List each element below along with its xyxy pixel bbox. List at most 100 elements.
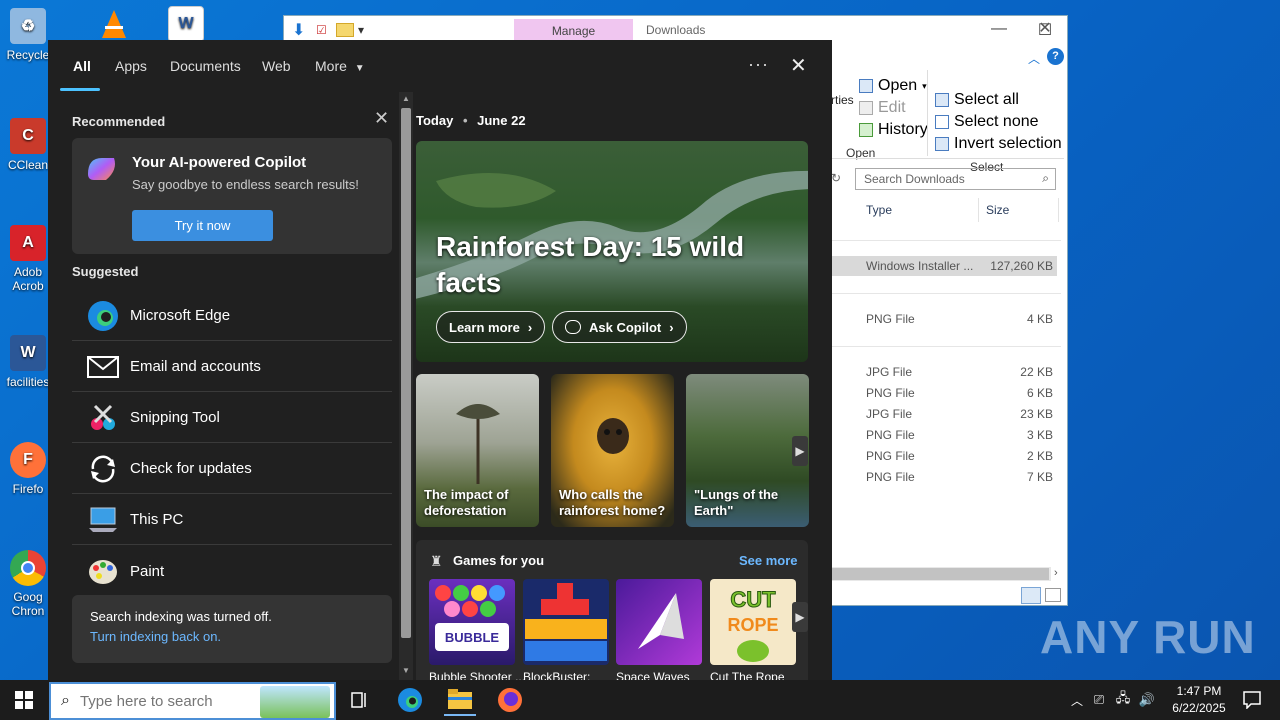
meet-now-icon[interactable]: ⎚ <box>1087 692 1111 708</box>
desktop-icon-label: Goog Chron <box>11 590 45 618</box>
taskbar-firefox[interactable] <box>494 684 526 716</box>
file-row[interactable]: PNG File 7 KB <box>831 467 1057 487</box>
close-icon[interactable]: ✕ <box>1023 18 1067 38</box>
file-row[interactable]: PNG File 6 KB <box>831 383 1057 403</box>
download-arrow-icon: ⬇ <box>292 22 306 39</box>
notifications-button[interactable] <box>1236 684 1268 716</box>
network-icon[interactable]: 🖧 <box>1111 689 1135 711</box>
properties-check-icon[interactable]: ☑ <box>316 23 336 37</box>
file-type: JPG File <box>866 365 913 379</box>
copilot-subtitle: Say goodbye to endless search results! <box>132 177 359 192</box>
taskbar-search-input[interactable] <box>79 692 240 710</box>
scrollbar-thumb[interactable] <box>401 108 411 638</box>
cut-the-rope-art: CUT ROPE <box>727 587 779 662</box>
news-card-caption: The impact of deforestation <box>424 487 509 518</box>
quick-access-dropdown-icon[interactable]: ▾ <box>358 23 372 37</box>
start-button[interactable] <box>8 684 40 716</box>
news-card-lungs-of-earth[interactable]: "Lungs of the Earth" <box>686 374 809 527</box>
desktop-icon-label: facilities <box>6 375 50 389</box>
turn-indexing-on-link[interactable]: Turn indexing back on. <box>90 629 374 644</box>
learn-more-button[interactable]: Learn more › <box>436 311 546 343</box>
edit-button[interactable]: Edit <box>859 98 906 118</box>
hero-card[interactable]: Rainforest Day: 15 wild facts Learn more… <box>416 141 808 362</box>
file-row[interactable]: Windows Installer ... 127,260 KB <box>831 256 1057 276</box>
task-view-button[interactable] <box>344 684 376 716</box>
see-more-link[interactable]: See more <box>739 553 798 568</box>
close-icon[interactable]: ✕ <box>790 53 807 78</box>
taskbar-edge[interactable] <box>394 684 426 716</box>
games-next-icon[interactable]: ▶ <box>792 602 808 632</box>
select-all-button[interactable]: Select all <box>935 90 1019 110</box>
anyrun-watermark: ANY RUN <box>1040 611 1256 663</box>
desktop-icon-label: Adob Acrob <box>12 265 44 293</box>
active-tab-indicator <box>60 88 100 91</box>
blockbuster-art <box>525 583 607 661</box>
folder-icon[interactable] <box>336 23 354 37</box>
file-type: PNG File <box>866 470 915 484</box>
game-tile-bubble-shooter[interactable]: BUBBLE <box>429 579 515 665</box>
word-icon: W <box>10 335 46 371</box>
invert-selection-button[interactable]: Invert selection <box>935 134 1062 154</box>
tab-apps[interactable]: Apps <box>115 58 147 74</box>
suggestion-label: Microsoft Edge <box>130 307 231 324</box>
more-options-icon[interactable]: ··· <box>748 54 769 75</box>
game-tile-blockbuster[interactable] <box>523 579 609 665</box>
refresh-icon[interactable]: ↻ <box>831 171 841 185</box>
suggestion-email-and-accounts[interactable]: Email and accounts <box>72 342 392 392</box>
clock[interactable]: 1:47 PM 6/22/2025 <box>1160 683 1238 717</box>
taskbar-search-box[interactable]: ⌕ <box>49 682 336 720</box>
chevron-up-icon[interactable]: ︿ <box>1071 692 1087 709</box>
ribbon: rties Open ▾ Edit History Open Select al… <box>831 66 1064 174</box>
file-row[interactable]: JPG File 22 KB <box>831 362 1057 382</box>
select-none-button[interactable]: Select none <box>935 112 1039 132</box>
suggestion-paint[interactable]: Paint <box>72 546 392 596</box>
suggestion-check-for-updates[interactable]: Check for updates <box>72 444 392 494</box>
tab-web[interactable]: Web <box>262 58 291 74</box>
scroll-right-icon[interactable]: › <box>1054 567 1058 579</box>
file-row[interactable]: PNG File 2 KB <box>831 446 1057 466</box>
news-card-deforestation[interactable]: The impact of deforestation <box>416 374 539 527</box>
horizontal-scrollbar[interactable] <box>831 567 1051 581</box>
file-row[interactable]: PNG File 3 KB <box>831 425 1057 445</box>
scroll-down-icon[interactable]: ▼ <box>402 666 410 675</box>
suggestion-snipping-tool[interactable]: Snipping Tool <box>72 393 392 443</box>
history-button[interactable]: History <box>859 120 928 140</box>
dismiss-recommended-icon[interactable]: ✕ <box>374 108 389 129</box>
details-view-icon[interactable] <box>1021 587 1041 604</box>
sync-icon <box>86 452 120 486</box>
suggestion-microsoft-edge[interactable]: Microsoft Edge <box>72 291 392 341</box>
game-tile-cut-the-rope[interactable]: CUT ROPE <box>710 579 796 665</box>
file-row[interactable]: JPG File 23 KB <box>831 404 1057 424</box>
desktop-icon-label: Recycle <box>6 48 50 62</box>
column-header-size[interactable]: Size <box>986 203 1009 217</box>
column-header-type[interactable]: Type <box>866 203 892 217</box>
game-tile-space-waves[interactable] <box>616 579 702 665</box>
suggestion-label: Email and accounts <box>130 358 261 375</box>
open-button[interactable]: Open ▾ <box>859 76 927 96</box>
news-card-rainforest-home[interactable]: Who calls the rainforest home? <box>551 374 674 527</box>
file-row[interactable]: PNG File 4 KB <box>831 309 1057 329</box>
history-icon <box>859 123 873 137</box>
scroll-up-icon[interactable]: ▲ <box>402 94 410 103</box>
suggestion-this-pc[interactable]: This PC <box>72 495 392 545</box>
cards-next-icon[interactable]: ▶ <box>792 436 808 466</box>
tab-all[interactable]: All <box>73 58 91 74</box>
large-icons-view-icon[interactable] <box>1045 588 1061 602</box>
search-downloads-input[interactable]: Search Downloads ⌕ <box>855 168 1056 190</box>
ask-copilot-button[interactable]: Ask Copilot › <box>552 311 687 343</box>
chevron-down-icon: ▼ <box>354 63 365 74</box>
suggestion-label: Check for updates <box>130 460 252 477</box>
volume-icon[interactable]: 🔊 <box>1135 692 1159 708</box>
help-icon[interactable]: ? <box>1047 48 1064 65</box>
properties-label-partial[interactable]: rties <box>831 93 854 107</box>
left-scrollbar[interactable]: ▲ ▼ <box>399 92 413 680</box>
right-column: Today • June 22 Rainforest Day: 15 wild … <box>416 92 832 684</box>
taskbar-file-explorer[interactable] <box>444 684 476 716</box>
tab-documents[interactable]: Documents <box>170 58 241 74</box>
collapse-ribbon-icon[interactable]: ︿ <box>1028 50 1040 67</box>
minimize-icon[interactable]: — <box>976 20 1022 38</box>
task-view-icon <box>351 692 366 708</box>
try-it-now-button[interactable]: Try it now <box>132 210 273 241</box>
tab-more[interactable]: More ▼ <box>315 58 365 74</box>
select-none-icon <box>935 115 949 129</box>
